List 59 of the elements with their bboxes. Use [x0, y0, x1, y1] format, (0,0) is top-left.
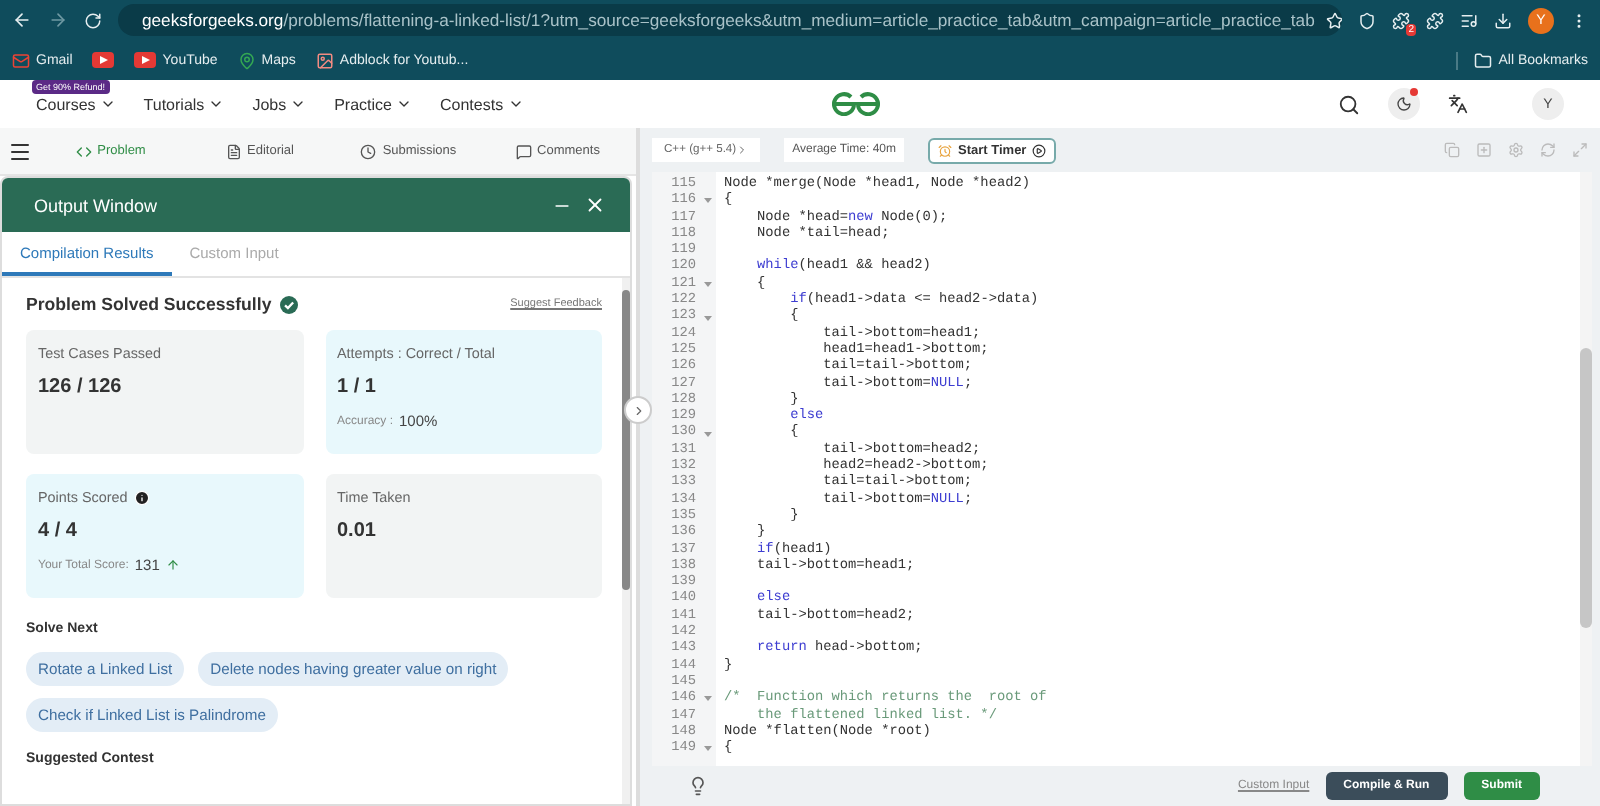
- fold-icon[interactable]: [703, 196, 711, 205]
- shield-icon[interactable]: [1358, 11, 1376, 29]
- info-icon[interactable]: [133, 489, 150, 505]
- card-value: 126 / 126: [38, 376, 124, 398]
- code-icon: [75, 143, 92, 159]
- play-icon: [134, 52, 157, 68]
- play-icon: [1032, 143, 1047, 157]
- image-icon: [315, 51, 334, 69]
- menu-icon[interactable]: [8, 139, 32, 163]
- back-icon[interactable]: [12, 10, 32, 30]
- download-icon[interactable]: [1494, 11, 1512, 29]
- alarm-clock-icon: [938, 143, 953, 157]
- scrollbar[interactable]: [1580, 172, 1592, 766]
- card-value: 0.01: [337, 520, 378, 542]
- check-circle-icon: [279, 295, 298, 313]
- close-icon[interactable]: [584, 194, 606, 216]
- map-pin-icon: [237, 51, 256, 69]
- puzzle-icon[interactable]: [1392, 11, 1410, 29]
- fold-icon[interactable]: [703, 694, 711, 703]
- logo-icon[interactable]: [831, 92, 880, 116]
- nav-menu[interactable]: Contests: [440, 95, 524, 113]
- bookmark-star-icon[interactable]: [1326, 11, 1342, 29]
- fold-icon[interactable]: [703, 429, 711, 438]
- url-text: geeksforgeeks.org/problems/flattening-a-linked-list/1?utm_source=geeksforgeeks&utm_medium=article_practice_tab&utm_campaign=article_practice_tab: [142, 10, 1315, 30]
- translate-icon[interactable]: [1448, 94, 1468, 114]
- fold-icon[interactable]: [703, 744, 711, 753]
- folder-icon: [1474, 51, 1493, 69]
- play-icon: [92, 52, 115, 68]
- status-text: Problem Solved Successfully: [26, 294, 272, 314]
- card-value: 1 / 1: [337, 376, 378, 398]
- puzzle-icon[interactable]: [1426, 11, 1444, 29]
- address-bar[interactable]: geeksforgeeks.org/problems/flattening-a-linked-list/1?utm_source=geeksforgeeks&utm_medium=article_practice_tab&utm_campaign=article_practice_tab: [118, 4, 1342, 36]
- moon-icon: [1396, 96, 1412, 112]
- scrollbar[interactable]: [622, 278, 630, 804]
- chevron-right-icon: [736, 144, 749, 156]
- nav-menu[interactable]: Practice: [334, 95, 412, 113]
- chevron-down-icon: [507, 96, 524, 112]
- chat-icon: [515, 143, 532, 159]
- notification-dot: [1410, 88, 1418, 96]
- clock-icon: [360, 143, 377, 159]
- mail-icon: [12, 51, 30, 69]
- fold-icon[interactable]: [703, 313, 711, 322]
- forward-icon[interactable]: [48, 10, 68, 30]
- chevron-down-icon: [290, 96, 307, 112]
- nav-menu[interactable]: Jobs: [252, 95, 307, 113]
- chevron-down-icon: [99, 96, 116, 112]
- fold-icon[interactable]: [703, 279, 711, 288]
- reload-icon[interactable]: [84, 11, 102, 29]
- chevron-down-icon: [208, 96, 225, 112]
- dark-mode-toggle[interactable]: [1388, 88, 1420, 120]
- lightbulb-icon[interactable]: [688, 776, 708, 796]
- media-queue-icon[interactable]: [1460, 11, 1478, 29]
- chevron-down-icon: [396, 96, 412, 112]
- window-title: Output Window: [34, 195, 158, 215]
- search-icon[interactable]: [1338, 93, 1360, 115]
- chevron-right-icon: [631, 403, 645, 417]
- nav-menu[interactable]: Tutorials: [143, 95, 225, 113]
- document-icon: [225, 143, 241, 159]
- card-value: 4 / 4: [38, 520, 79, 542]
